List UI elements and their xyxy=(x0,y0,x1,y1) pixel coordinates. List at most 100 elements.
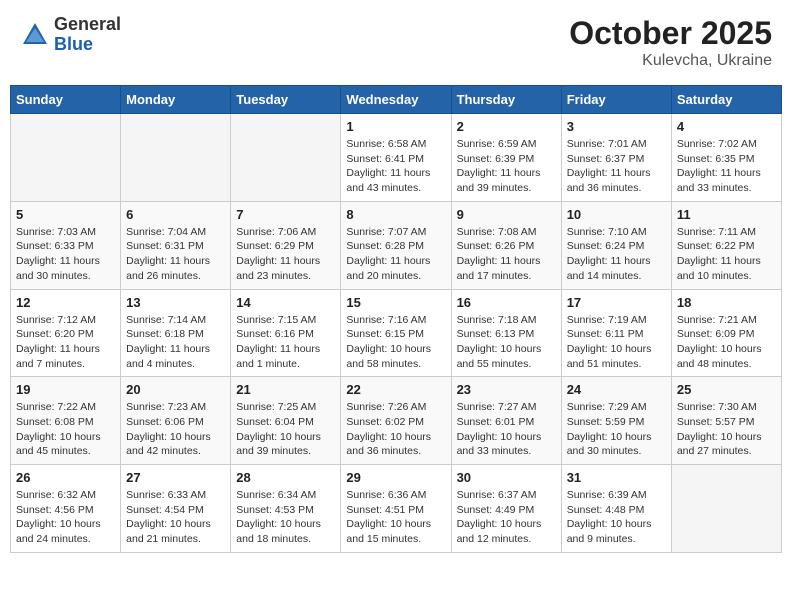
calendar-day-cell: 16 Sunrise: 7:18 AMSunset: 6:13 PMDayligh… xyxy=(451,289,561,377)
calendar-day-cell: 20 Sunrise: 7:23 AMSunset: 6:06 PMDayligh… xyxy=(121,377,231,465)
day-number: 14 xyxy=(236,295,335,310)
day-info: Sunrise: 7:21 AMSunset: 6:09 PMDaylight:… xyxy=(677,313,776,372)
day-number: 29 xyxy=(346,470,445,485)
day-info: Sunrise: 6:32 AMSunset: 4:56 PMDaylight:… xyxy=(16,488,115,547)
day-number: 8 xyxy=(346,207,445,222)
day-number: 17 xyxy=(567,295,666,310)
calendar-day-cell: 28 Sunrise: 6:34 AMSunset: 4:53 PMDayligh… xyxy=(231,465,341,553)
day-info: Sunrise: 7:14 AMSunset: 6:18 PMDaylight:… xyxy=(126,313,225,372)
weekday-header-monday: Monday xyxy=(121,86,231,114)
day-number: 18 xyxy=(677,295,776,310)
weekday-header-wednesday: Wednesday xyxy=(341,86,451,114)
calendar-day-cell: 29 Sunrise: 6:36 AMSunset: 4:51 PMDayligh… xyxy=(341,465,451,553)
logo-general: General xyxy=(54,15,121,35)
day-info: Sunrise: 7:19 AMSunset: 6:11 PMDaylight:… xyxy=(567,313,666,372)
day-info: Sunrise: 7:18 AMSunset: 6:13 PMDaylight:… xyxy=(457,313,556,372)
day-number: 23 xyxy=(457,382,556,397)
day-info: Sunrise: 7:25 AMSunset: 6:04 PMDaylight:… xyxy=(236,400,335,459)
day-info: Sunrise: 6:59 AMSunset: 6:39 PMDaylight:… xyxy=(457,137,556,196)
day-info: Sunrise: 7:26 AMSunset: 6:02 PMDaylight:… xyxy=(346,400,445,459)
day-info: Sunrise: 7:30 AMSunset: 5:57 PMDaylight:… xyxy=(677,400,776,459)
day-number: 31 xyxy=(567,470,666,485)
logo-text: General Blue xyxy=(54,15,121,55)
calendar-week-row: 5Sunrise: 7:03 AMSunset: 6:33 PMDaylight… xyxy=(11,201,782,289)
day-info: Sunrise: 7:16 AMSunset: 6:15 PMDaylight:… xyxy=(346,313,445,372)
day-number: 19 xyxy=(16,382,115,397)
day-info: Sunrise: 7:29 AMSunset: 5:59 PMDaylight:… xyxy=(567,400,666,459)
title-block: October 2025 Kulevcha, Ukraine xyxy=(569,15,772,70)
calendar-week-row: 12Sunrise: 7:12 AMSunset: 6:20 PMDayligh… xyxy=(11,289,782,377)
day-number: 11 xyxy=(677,207,776,222)
logo-icon xyxy=(20,20,50,50)
day-info: Sunrise: 6:36 AMSunset: 4:51 PMDaylight:… xyxy=(346,488,445,547)
day-info: Sunrise: 6:34 AMSunset: 4:53 PMDaylight:… xyxy=(236,488,335,547)
calendar-day-cell: 11 Sunrise: 7:11 AMSunset: 6:22 PMDayligh… xyxy=(671,201,781,289)
day-number: 26 xyxy=(16,470,115,485)
day-number: 12 xyxy=(16,295,115,310)
day-number: 2 xyxy=(457,119,556,134)
calendar-day-cell xyxy=(671,465,781,553)
calendar-day-cell: 9 Sunrise: 7:08 AMSunset: 6:26 PMDaylight… xyxy=(451,201,561,289)
day-info: Sunrise: 7:07 AMSunset: 6:28 PMDaylight:… xyxy=(346,225,445,284)
logo: General Blue xyxy=(20,15,121,55)
calendar-day-cell: 8 Sunrise: 7:07 AMSunset: 6:28 PMDaylight… xyxy=(341,201,451,289)
day-info: Sunrise: 6:33 AMSunset: 4:54 PMDaylight:… xyxy=(126,488,225,547)
day-info: Sunrise: 7:22 AMSunset: 6:08 PMDaylight:… xyxy=(16,400,115,459)
calendar-day-cell: 17 Sunrise: 7:19 AMSunset: 6:11 PMDayligh… xyxy=(561,289,671,377)
calendar-day-cell: 10Sunrise: 7:10 AMSunset: 6:24 PMDayligh… xyxy=(561,201,671,289)
logo-blue: Blue xyxy=(54,35,121,55)
calendar-week-row: 1 Sunrise: 6:58 AMSunset: 6:41 PMDaylight… xyxy=(11,114,782,202)
calendar-day-cell: 5Sunrise: 7:03 AMSunset: 6:33 PMDaylight… xyxy=(11,201,121,289)
weekday-header-friday: Friday xyxy=(561,86,671,114)
day-info: Sunrise: 6:58 AMSunset: 6:41 PMDaylight:… xyxy=(346,137,445,196)
day-number: 27 xyxy=(126,470,225,485)
day-info: Sunrise: 6:39 AMSunset: 4:48 PMDaylight:… xyxy=(567,488,666,547)
day-info: Sunrise: 6:37 AMSunset: 4:49 PMDaylight:… xyxy=(457,488,556,547)
calendar-day-cell: 22 Sunrise: 7:26 AMSunset: 6:02 PMDayligh… xyxy=(341,377,451,465)
calendar-day-cell xyxy=(231,114,341,202)
day-number: 9 xyxy=(457,207,556,222)
day-number: 21 xyxy=(236,382,335,397)
day-info: Sunrise: 7:15 AMSunset: 6:16 PMDaylight:… xyxy=(236,313,335,372)
calendar-day-cell: 3Sunrise: 7:01 AMSunset: 6:37 PMDaylight… xyxy=(561,114,671,202)
day-info: Sunrise: 7:02 AMSunset: 6:35 PMDaylight:… xyxy=(677,137,776,196)
calendar-day-cell: 7 Sunrise: 7:06 AMSunset: 6:29 PMDaylight… xyxy=(231,201,341,289)
weekday-header-sunday: Sunday xyxy=(11,86,121,114)
day-number: 30 xyxy=(457,470,556,485)
calendar-day-cell: 2 Sunrise: 6:59 AMSunset: 6:39 PMDaylight… xyxy=(451,114,561,202)
day-number: 5 xyxy=(16,207,115,222)
weekday-header-thursday: Thursday xyxy=(451,86,561,114)
calendar-day-cell: 6Sunrise: 7:04 AMSunset: 6:31 PMDaylight… xyxy=(121,201,231,289)
calendar-day-cell: 14 Sunrise: 7:15 AMSunset: 6:16 PMDayligh… xyxy=(231,289,341,377)
calendar-day-cell xyxy=(11,114,121,202)
page-header: General Blue October 2025 Kulevcha, Ukra… xyxy=(10,10,782,75)
calendar-day-cell: 26 Sunrise: 6:32 AMSunset: 4:56 PMDayligh… xyxy=(11,465,121,553)
calendar-week-row: 26 Sunrise: 6:32 AMSunset: 4:56 PMDayligh… xyxy=(11,465,782,553)
day-number: 20 xyxy=(126,382,225,397)
calendar-day-cell: 4Sunrise: 7:02 AMSunset: 6:35 PMDaylight… xyxy=(671,114,781,202)
calendar-week-row: 19 Sunrise: 7:22 AMSunset: 6:08 PMDayligh… xyxy=(11,377,782,465)
day-info: Sunrise: 7:08 AMSunset: 6:26 PMDaylight:… xyxy=(457,225,556,284)
day-info: Sunrise: 7:23 AMSunset: 6:06 PMDaylight:… xyxy=(126,400,225,459)
day-info: Sunrise: 7:11 AMSunset: 6:22 PMDaylight:… xyxy=(677,225,776,284)
day-info: Sunrise: 7:06 AMSunset: 6:29 PMDaylight:… xyxy=(236,225,335,284)
day-number: 28 xyxy=(236,470,335,485)
day-number: 1 xyxy=(346,119,445,134)
location-subtitle: Kulevcha, Ukraine xyxy=(569,52,772,70)
calendar-day-cell: 12Sunrise: 7:12 AMSunset: 6:20 PMDayligh… xyxy=(11,289,121,377)
day-info: Sunrise: 7:10 AMSunset: 6:24 PMDaylight:… xyxy=(567,225,666,284)
weekday-header-row: SundayMondayTuesdayWednesdayThursdayFrid… xyxy=(11,86,782,114)
day-number: 13 xyxy=(126,295,225,310)
calendar-day-cell: 18 Sunrise: 7:21 AMSunset: 6:09 PMDayligh… xyxy=(671,289,781,377)
day-number: 7 xyxy=(236,207,335,222)
day-number: 3 xyxy=(567,119,666,134)
day-number: 16 xyxy=(457,295,556,310)
day-info: Sunrise: 7:04 AMSunset: 6:31 PMDaylight:… xyxy=(126,225,225,284)
calendar-day-cell: 1 Sunrise: 6:58 AMSunset: 6:41 PMDaylight… xyxy=(341,114,451,202)
calendar-table: SundayMondayTuesdayWednesdayThursdayFrid… xyxy=(10,85,782,553)
calendar-day-cell: 27 Sunrise: 6:33 AMSunset: 4:54 PMDayligh… xyxy=(121,465,231,553)
calendar-day-cell: 19 Sunrise: 7:22 AMSunset: 6:08 PMDayligh… xyxy=(11,377,121,465)
calendar-day-cell: 23Sunrise: 7:27 AMSunset: 6:01 PMDayligh… xyxy=(451,377,561,465)
day-number: 22 xyxy=(346,382,445,397)
month-title: October 2025 xyxy=(569,15,772,52)
